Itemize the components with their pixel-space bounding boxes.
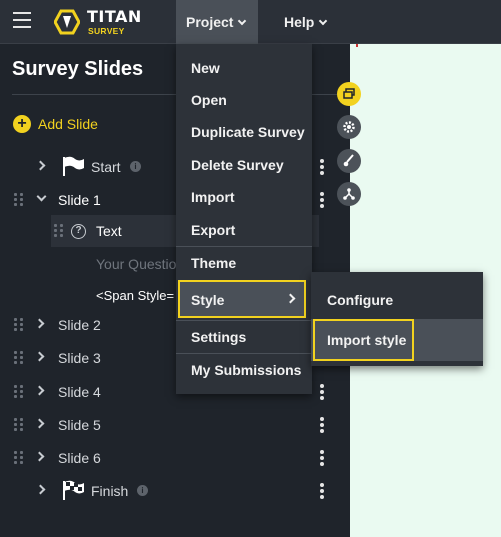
menu-item-duplicate-survey[interactable]: Duplicate Survey [176, 116, 312, 148]
drag-handle-icon[interactable] [54, 224, 64, 238]
chevron-right-icon [285, 293, 296, 304]
menu-help[interactable]: Help [284, 0, 344, 44]
branching-icon[interactable] [337, 182, 361, 206]
logo-subtitle: SURVEY [88, 26, 125, 36]
submenu-item-configure[interactable]: Configure [311, 277, 483, 323]
drag-handle-icon[interactable] [14, 351, 24, 365]
more-options-icon[interactable] [320, 192, 324, 208]
checkered-flag-icon [63, 480, 84, 500]
logo-title: TITAN [87, 7, 142, 26]
drag-handle-icon[interactable] [14, 193, 24, 207]
chevron-down-icon[interactable] [36, 191, 47, 202]
question-icon: ? [71, 224, 86, 239]
info-icon[interactable]: i [137, 485, 148, 496]
titan-logo-icon [54, 9, 80, 35]
drag-handle-icon[interactable] [14, 318, 24, 332]
flag-icon [63, 156, 84, 176]
slide-label-2: Slide 2 [58, 317, 101, 333]
plus-icon: + [13, 115, 31, 133]
menu-help-label: Help [284, 14, 315, 30]
chevron-right-icon[interactable] [34, 385, 45, 396]
drag-handle-icon[interactable] [14, 451, 24, 465]
menu-item-my-submissions[interactable]: My Submissions [176, 354, 312, 386]
more-options-icon[interactable] [320, 483, 324, 499]
paint-brush-icon[interactable] [337, 149, 361, 173]
slide-row-6[interactable]: Slide 6 [0, 443, 340, 473]
element-question-preview[interactable]: Your Questio [96, 256, 176, 272]
element-label-text: Text [96, 223, 122, 239]
slide-label-5: Slide 5 [58, 417, 101, 433]
drag-handle-icon[interactable] [14, 418, 24, 432]
more-options-icon[interactable] [320, 159, 324, 175]
chevron-right-icon[interactable] [34, 418, 45, 429]
menu-item-delete-survey[interactable]: Delete Survey [176, 149, 312, 181]
chevron-right-icon[interactable] [34, 451, 45, 462]
settings-gear-icon[interactable] [337, 115, 361, 139]
chevron-right-icon[interactable] [35, 160, 46, 171]
slides-layers-icon[interactable] [337, 82, 361, 106]
more-options-icon[interactable] [320, 417, 324, 433]
menu-item-theme[interactable]: Theme [176, 247, 312, 279]
element-span-preview[interactable]: <Span Style= [96, 288, 174, 303]
info-icon[interactable]: i [130, 161, 141, 172]
submenu-item-import-style[interactable]: Import style [313, 319, 414, 361]
top-bar: TITAN SURVEY Project Help [0, 0, 501, 44]
menu-item-export[interactable]: Export [176, 214, 312, 246]
project-dropdown-menu: New Open Duplicate Survey Delete Survey … [176, 44, 312, 394]
slide-label-start: Start [91, 159, 121, 175]
canvas-marker [356, 44, 358, 47]
slide-label-1: Slide 1 [58, 192, 101, 208]
slide-row-5[interactable]: Slide 5 [0, 410, 340, 440]
menu-item-style-label: Style [191, 292, 225, 308]
slide-label-6: Slide 6 [58, 450, 101, 466]
menu-item-import[interactable]: Import [176, 181, 312, 213]
slide-label-3: Slide 3 [58, 350, 101, 366]
menu-project[interactable]: Project [176, 0, 258, 44]
hamburger-menu-icon[interactable] [13, 12, 31, 28]
add-slide-label: Add Slide [38, 116, 98, 132]
panel-title: Survey Slides [12, 58, 144, 80]
menu-item-open[interactable]: Open [176, 84, 312, 116]
slide-label-4: Slide 4 [58, 384, 101, 400]
chevron-right-icon[interactable] [35, 484, 46, 495]
drag-handle-icon[interactable] [14, 385, 24, 399]
chevron-right-icon[interactable] [34, 351, 45, 362]
more-options-icon[interactable] [320, 384, 324, 400]
menu-item-settings[interactable]: Settings [176, 321, 312, 353]
more-options-icon[interactable] [320, 450, 324, 466]
menu-item-style[interactable]: Style [178, 280, 306, 318]
style-submenu: Configure Import style [311, 272, 483, 366]
chevron-down-icon [238, 16, 247, 26]
chevron-right-icon[interactable] [34, 318, 45, 329]
slide-label-finish: Finish [91, 483, 129, 499]
chevron-down-icon [319, 16, 328, 26]
menu-project-label: Project [186, 14, 234, 30]
slide-row-finish[interactable]: Finish i [0, 476, 340, 506]
menu-item-new[interactable]: New [176, 52, 312, 84]
